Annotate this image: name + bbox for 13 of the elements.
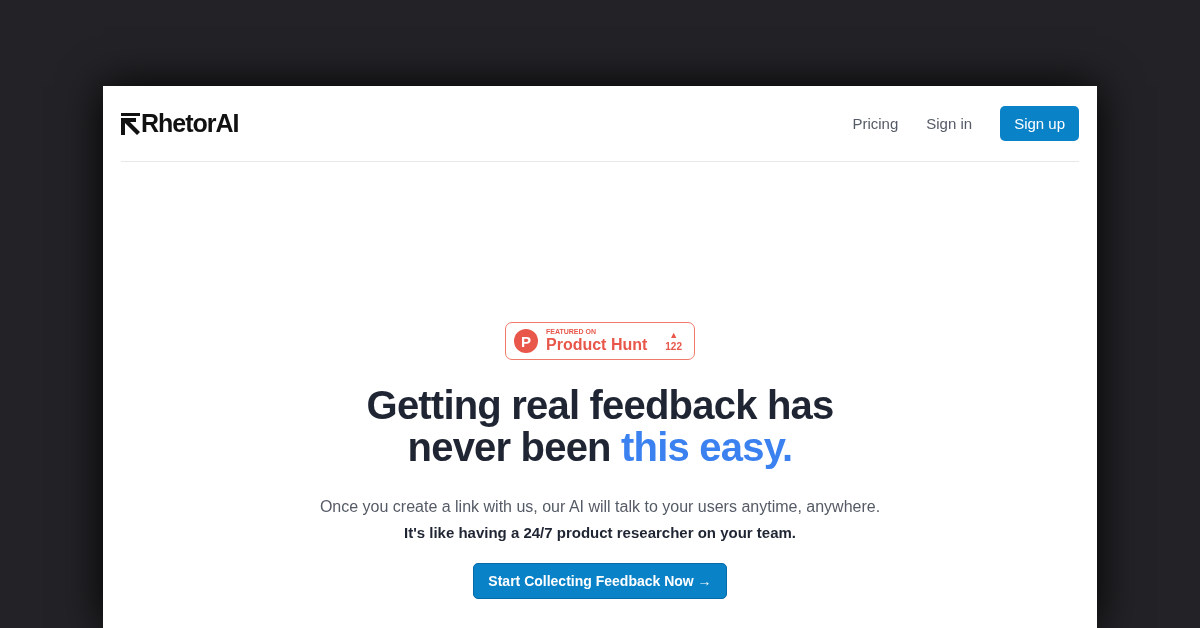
vote-count: 122 (665, 341, 682, 352)
badge-title: Product Hunt (546, 336, 649, 354)
intro-text: Once you create a link with us, our AI will talk to your users anytime, anywhere. (319, 498, 881, 516)
product-hunt-logo: P (514, 329, 538, 353)
nav-link[interactable]: Pricing (852, 115, 899, 132)
nav-link[interactable]: Sign in (926, 115, 973, 132)
headline: Getting real feedback has never been this easy. (366, 384, 834, 468)
tagline: It's like having a 24/7 product researcher on your team. (403, 524, 796, 541)
logo[interactable]: RhetorAI (141, 109, 239, 138)
upvote-icon: ▲ (669, 330, 679, 341)
arrow-icon (121, 112, 140, 135)
sign-up-button[interactable]: Sign up (1000, 106, 1079, 141)
cta-button[interactable]: Start Collecting Feedback Now → (473, 563, 727, 599)
